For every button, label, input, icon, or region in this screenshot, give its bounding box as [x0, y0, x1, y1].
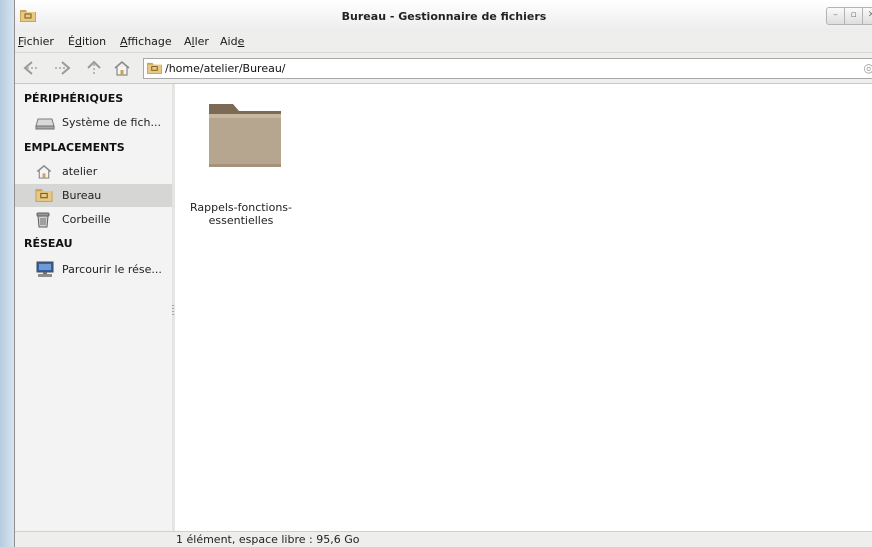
- menu-edition-text-post: ition: [81, 35, 107, 48]
- menu-aller-text-pre: A: [184, 35, 192, 48]
- close-button[interactable]: ✕: [863, 7, 872, 25]
- menu-aller-text-post: ler: [194, 35, 209, 48]
- menu-aide-text-pre: Aid: [220, 35, 238, 48]
- desktop-folder-icon: [35, 187, 53, 205]
- sidebar-item-atelier[interactable]: atelier: [15, 160, 172, 183]
- sidebar-item-bureau[interactable]: Bureau: [15, 184, 172, 207]
- window-title: Bureau - Gestionnaire de fichiers: [341, 10, 547, 23]
- sidebar-header-reseau: RÉSEAU: [24, 237, 73, 250]
- minimize-button[interactable]: –: [826, 7, 845, 25]
- menu-edition-mnemonic: d: [74, 35, 82, 48]
- desktop-folder-icon: [147, 61, 162, 77]
- sidebar-header-emplacements: EMPLACEMENTS: [24, 141, 125, 154]
- menu-aide[interactable]: Aide: [220, 35, 244, 48]
- sidebar-item-label: Bureau: [62, 189, 102, 202]
- splitter-handle[interactable]: [172, 305, 174, 317]
- menu-edition-text-pre: É: [68, 35, 75, 48]
- menu-fichier[interactable]: Fichier: [18, 35, 54, 48]
- sidebar-item-label: atelier: [62, 165, 98, 178]
- folder-icon: [208, 102, 282, 171]
- sidebar-item-reseau[interactable]: Parcourir le rése...: [15, 258, 172, 281]
- sidebar-header-peripheriques: PÉRIPHÉRIQUES: [24, 92, 124, 105]
- status-text: 1 élément, espace libre : 95,6 Go: [176, 533, 360, 546]
- sidebar-item-systeme[interactable]: Système de fich...: [15, 111, 172, 134]
- status-bar: 1 élément, espace libre : 95,6 Go: [15, 531, 872, 547]
- menu-edition[interactable]: Édition: [68, 35, 106, 48]
- file-name: Rappels-fonctions- essentielles: [183, 201, 299, 227]
- desktop-background: [0, 0, 14, 547]
- menu-aide-mnemonic: e: [237, 35, 245, 48]
- maximize-button[interactable]: ▫: [845, 7, 863, 25]
- sidebar-item-label: Corbeille: [62, 213, 111, 226]
- sidebar: PÉRIPHÉRIQUES Système de fich... EMPLACE…: [15, 84, 173, 531]
- menu-bar: Fichier Édition Affichage Aller Aide: [15, 32, 872, 52]
- window-controls: – ▫ ✕: [826, 7, 872, 25]
- home-icon: [35, 163, 53, 183]
- up-icon[interactable]: [85, 59, 103, 77]
- toolbar: /home/atelier/Bureau/ ◎: [15, 52, 872, 84]
- file-view[interactable]: Rappels-fonctions- essentielles: [175, 84, 872, 531]
- file-manager-window: Bureau - Gestionnaire de fichiers – ▫ ✕ …: [14, 0, 872, 547]
- sidebar-item-label: Parcourir le rése...: [62, 263, 162, 276]
- menu-affichage-text-post: ffichage: [127, 35, 172, 48]
- drive-icon: [35, 114, 55, 133]
- trash-icon: [35, 211, 51, 231]
- location-path: /home/atelier/Bureau/: [165, 62, 286, 75]
- sidebar-item-corbeille[interactable]: Corbeille: [15, 208, 172, 231]
- title-bar[interactable]: Bureau - Gestionnaire de fichiers – ▫ ✕: [15, 0, 872, 32]
- sidebar-item-label: Système de fich...: [62, 116, 161, 129]
- menu-fichier-text-post: ichier: [23, 35, 54, 48]
- location-bar[interactable]: /home/atelier/Bureau/ ◎: [143, 58, 872, 79]
- network-icon: [35, 261, 55, 281]
- back-icon[interactable]: [23, 59, 41, 77]
- menu-affichage-mnemonic: A: [120, 35, 128, 48]
- clear-location-icon[interactable]: ◎: [864, 61, 872, 75]
- menu-aller[interactable]: Aller: [184, 35, 209, 48]
- menu-affichage[interactable]: Affichage: [120, 35, 172, 48]
- home-icon[interactable]: [113, 59, 131, 77]
- file-name-line: Rappels-fonctions-: [189, 201, 293, 214]
- forward-icon[interactable]: [53, 59, 71, 77]
- file-name-line: essentielles: [208, 214, 274, 227]
